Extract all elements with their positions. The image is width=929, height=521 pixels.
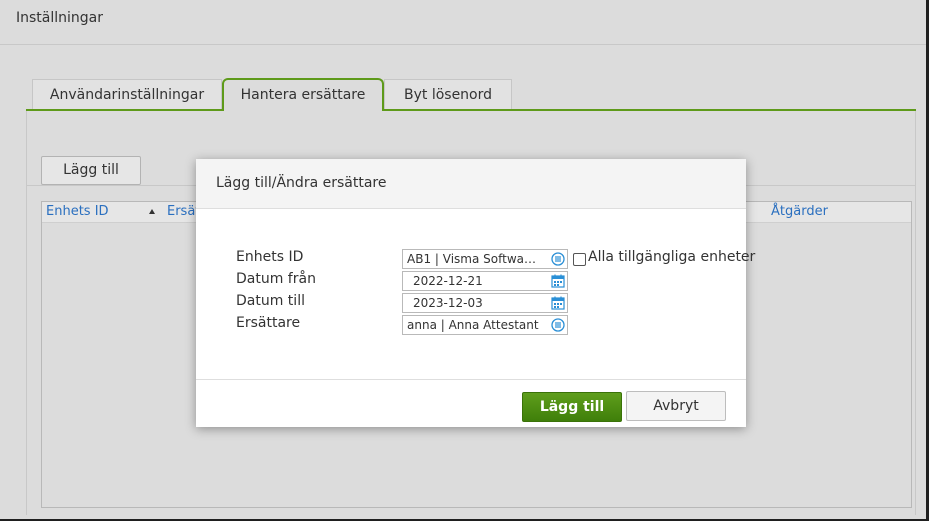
unit-id-label: Enhets ID — [236, 249, 304, 265]
substitute-value: anna | Anna Attestant — [407, 318, 539, 332]
dialog-footer-divider — [196, 379, 746, 380]
substitute-field[interactable]: anna | Anna Attestant — [402, 315, 568, 335]
settings-page: Inställningar Användarinställningar Byt … — [0, 0, 926, 519]
dialog-header: Lägg till/Ändra ersättare — [196, 159, 746, 209]
calendar-icon[interactable] — [551, 274, 565, 288]
dialog-cancel-button[interactable]: Avbryt — [626, 391, 726, 421]
dialog-title: Lägg till/Ändra ersättare — [216, 175, 387, 191]
tab-manage-substitutes[interactable]: Hantera ersättare — [222, 78, 384, 111]
all-units-checkbox[interactable] — [573, 253, 586, 266]
date-to-field[interactable]: 2023-12-03 — [402, 293, 568, 313]
substitute-label: Ersättare — [236, 315, 301, 331]
date-to-label: Datum till — [236, 293, 305, 309]
list-lookup-icon[interactable] — [551, 318, 565, 332]
date-from-label: Datum från — [236, 271, 316, 287]
all-units-label: Alla tillgängliga enheter — [588, 249, 756, 265]
tab-label: Hantera ersättare — [240, 87, 366, 103]
calendar-icon[interactable] — [551, 296, 565, 310]
add-edit-substitute-dialog: Lägg till/Ändra ersättare Enhets ID AB1 … — [196, 159, 755, 427]
unit-id-field[interactable]: AB1 | Visma Software AB — [402, 249, 568, 269]
unit-id-value: AB1 | Visma Software AB — [407, 252, 539, 266]
list-lookup-icon[interactable] — [551, 252, 565, 266]
date-from-field[interactable]: 2022-12-21 — [402, 271, 568, 291]
dialog-add-button[interactable]: Lägg till — [522, 392, 622, 422]
date-from-value: 2022-12-21 — [413, 274, 483, 288]
date-to-value: 2023-12-03 — [413, 296, 483, 310]
